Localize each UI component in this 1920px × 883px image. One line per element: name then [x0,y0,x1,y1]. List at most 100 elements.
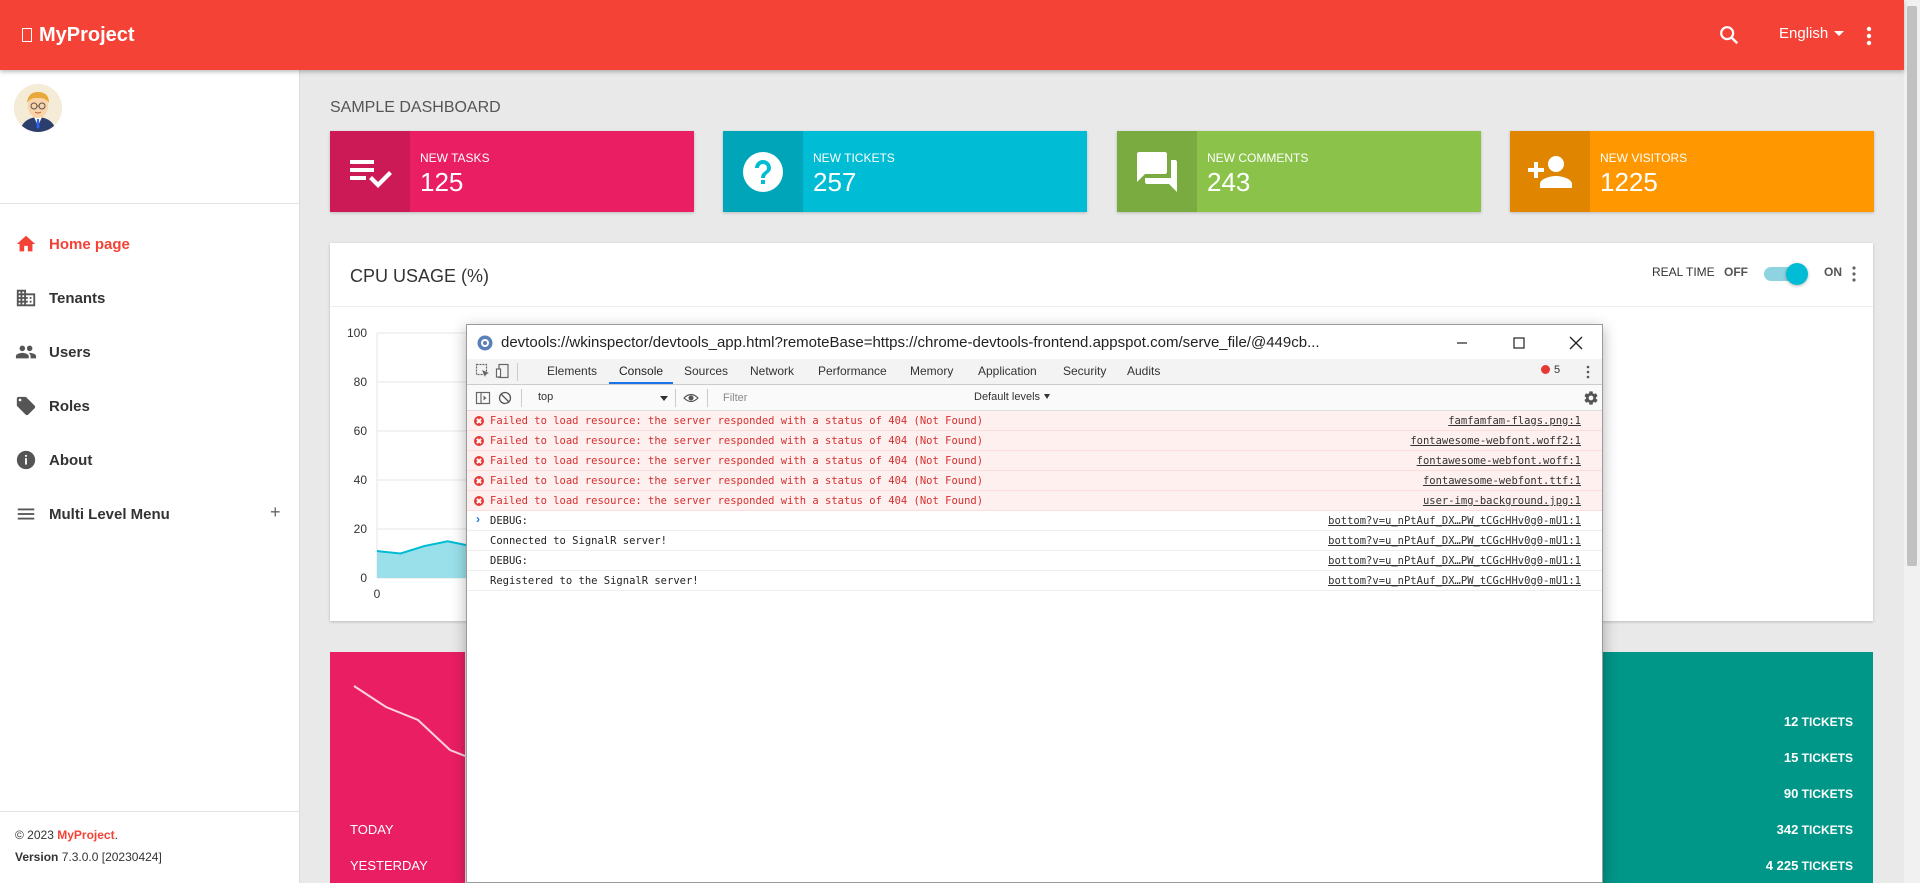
sidebar-item-label: Users [49,343,91,361]
info-box-value: 243 [1207,167,1251,197]
sidebar: Home page Tenants Users Roles About Mult… [0,70,300,883]
info-icon [14,448,38,472]
log-levels-dropdown[interactable]: Default levels [974,391,1051,403]
info-box-new-comments[interactable]: NEW COMMENTS 243 [1117,131,1481,212]
tab-application[interactable]: Application [978,364,1037,378]
log-source-link[interactable]: bottom?v=u_nPtAuf_DX…PW_tCGcHHv0g0-mU1:1 [1328,555,1581,567]
copyright-period: . [114,828,118,842]
tab-console[interactable]: Console [619,364,663,378]
error-icon [474,456,484,466]
sidebar-item-multi-level-menu[interactable]: Multi Level Menu + [0,487,299,541]
more-vert-icon[interactable] [1850,263,1858,285]
version-value: 7.3.0.0 [20230424] [61,850,162,864]
device-toolbar-icon[interactable] [495,363,511,379]
sidebar-item-label: Roles [49,397,90,415]
console-log-row[interactable]: DEBUG: bottom?v=u_nPtAuf_DX…PW_tCGcHHv0g0… [467,511,1602,531]
log-message: DEBUG: [490,515,528,527]
log-levels-label: Default levels [974,391,1041,403]
scrollbar-thumb[interactable] [1907,6,1917,566]
minimize-icon[interactable] [1450,331,1474,355]
tab-elements[interactable]: Elements [547,364,597,378]
user-info-area [0,70,299,204]
tab-security[interactable]: Security [1063,364,1106,378]
ticket-sparkline [353,685,465,757]
ticket-count-value: 342 [1776,822,1799,837]
clear-console-icon[interactable] [497,390,513,406]
realtime-toggle[interactable] [1762,263,1808,285]
console-error-row[interactable]: Failed to load resource: the server resp… [467,471,1602,491]
log-message: Failed to load resource: the server resp… [490,415,984,427]
log-source-link[interactable]: fontawesome-webfont.woff:1 [1417,455,1581,467]
sidebar-item-users[interactable]: Users [0,325,299,379]
console-error-row[interactable]: Failed to load resource: the server resp… [467,451,1602,471]
error-count-badge[interactable]: 5 [1541,364,1560,376]
inspect-element-icon[interactable] [475,363,491,379]
sidebar-item-tenants[interactable]: Tenants [0,271,299,325]
avatar[interactable] [14,84,62,132]
ticket-count-label: TICKETS [1801,751,1853,765]
expand-plus-icon[interactable]: + [270,502,281,523]
toolbar-divider [707,389,708,407]
close-icon[interactable] [1564,331,1588,355]
console-filter-input[interactable] [723,388,963,407]
tab-network[interactable]: Network [750,364,794,378]
log-source-link[interactable]: bottom?v=u_nPtAuf_DX…PW_tCGcHHv0g0-mU1:1 [1328,515,1581,527]
toolbar-divider [517,363,518,381]
language-dropdown[interactable]: English [1779,25,1845,42]
log-source-link[interactable]: famfamfam-flags.png:1 [1448,415,1581,427]
page-scrollbar[interactable] [1904,0,1920,883]
brand-footer-link[interactable]: MyProject [57,828,114,842]
gear-icon[interactable] [1583,390,1599,406]
devtools-tab-bar: Elements Console Sources Network Perform… [467,359,1602,385]
console-prompt[interactable]: › [476,512,480,526]
sidebar-toggle-icon[interactable] [475,390,491,406]
eye-icon[interactable] [683,390,699,406]
sidebar-item-about[interactable]: About [0,433,299,487]
devtools-window-title: devtools://wkinspector/devtools_app.html… [501,334,1320,351]
log-message: Failed to load resource: the server resp… [490,455,984,467]
log-source-link[interactable]: fontawesome-webfont.ttf:1 [1423,475,1581,487]
error-icon [1541,365,1550,374]
building-icon [14,286,38,310]
info-box-new-visitors[interactable]: NEW VISITORS 1225 [1510,131,1874,212]
console-log-row[interactable]: DEBUG: bottom?v=u_nPtAuf_DX…PW_tCGcHHv0g0… [467,551,1602,571]
console-error-row[interactable]: Failed to load resource: the server resp… [467,491,1602,511]
devtools-titlebar[interactable]: devtools://wkinspector/devtools_app.html… [467,325,1602,359]
playlist-check-icon [330,131,410,212]
tab-performance[interactable]: Performance [818,364,887,378]
log-message: Connected to SignalR server! [490,535,668,547]
tab-memory[interactable]: Memory [910,364,953,378]
tab-sources[interactable]: Sources [684,364,728,378]
tag-icon [14,394,38,418]
console-error-row[interactable]: Failed to load resource: the server resp… [467,411,1602,431]
log-source-link[interactable]: user-img-background.jpg:1 [1423,495,1581,507]
search-icon[interactable] [1718,24,1740,46]
console-log-row[interactable]: Connected to SignalR server! bottom?v=u_n… [467,531,1602,551]
ticket-count-row: 15 TICKETS [1784,750,1853,765]
console-log-row[interactable]: Registered to the SignalR server! bottom?… [467,571,1602,591]
sidebar-item-home[interactable]: Home page [0,217,299,271]
ticket-count-label: TICKETS [1801,859,1853,873]
maximize-icon[interactable] [1507,331,1531,355]
console-error-row[interactable]: Failed to load resource: the server resp… [467,431,1602,451]
info-box-new-tickets[interactable]: NEW TICKETS 257 [723,131,1087,212]
more-vert-icon[interactable] [1585,364,1591,380]
info-box-new-tasks[interactable]: NEW TASKS 125 [330,131,694,212]
sidebar-footer: © 2023 MyProject. Version 7.3.0.0 [20230… [0,811,300,883]
brand-logo-link[interactable]: MyProject [22,24,135,47]
ticket-count-value: 4 225 [1765,858,1799,873]
info-box-label: NEW COMMENTS [1207,151,1309,165]
more-vert-icon[interactable] [1862,25,1876,47]
context-selector[interactable]: top [538,391,553,403]
sidebar-item-label: Multi Level Menu [49,505,170,523]
log-source-link[interactable]: bottom?v=u_nPtAuf_DX…PW_tCGcHHv0g0-mU1:1 [1328,575,1581,587]
sidebar-item-roles[interactable]: Roles [0,379,299,433]
log-source-link[interactable]: fontawesome-webfont.woff2:1 [1410,435,1581,447]
version-label: Version [15,850,59,864]
log-source-link[interactable]: bottom?v=u_nPtAuf_DX…PW_tCGcHHv0g0-mU1:1 [1328,535,1581,547]
error-icon [474,476,484,486]
info-box-label: NEW VISITORS [1600,151,1688,165]
info-box-label: NEW TICKETS [813,151,895,165]
tab-audits[interactable]: Audits [1127,364,1160,378]
yesterday-label: YESTERDAY [350,858,428,873]
